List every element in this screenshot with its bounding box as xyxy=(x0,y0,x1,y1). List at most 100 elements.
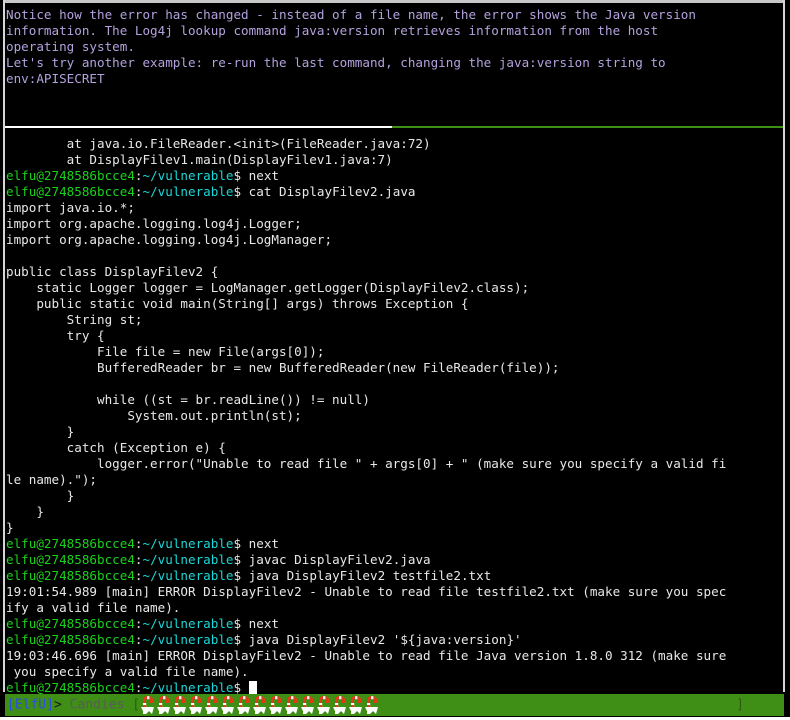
status-arrow-icon: > xyxy=(53,697,62,713)
terminal-output-line: 19:01:54.989 [main] ERROR DisplayFilev2 … xyxy=(6,584,781,600)
terminal-output-line: public class DisplayFilev2 { xyxy=(6,264,781,280)
terminal-output-line: catch (Exception e) { xyxy=(6,440,781,456)
prompt-sigil: $ xyxy=(233,168,249,183)
terminal-command-line: elfu@2748586bcce4:~/vulnerable$ java Dis… xyxy=(6,568,781,584)
prompt-path: ~/vulnerable xyxy=(142,632,234,647)
terminal-output-text: while ((st = br.readLine()) != null) xyxy=(6,392,370,407)
prompt-colon: : xyxy=(134,632,143,647)
terminal-command-text: cat DisplayFilev2.java xyxy=(248,184,416,199)
prompt-path: ~/vulnerable xyxy=(142,168,234,183)
prompt-path: ~/vulnerable xyxy=(142,184,234,199)
terminal-output-line xyxy=(6,376,781,392)
terminal-output-text: BufferedReader br = new BufferedReader(n… xyxy=(6,360,560,375)
candy-cane-icon xyxy=(365,696,379,714)
terminal-output-line: BufferedReader br = new BufferedReader(n… xyxy=(6,360,781,376)
status-open-bracket: [ xyxy=(132,697,141,713)
prompt-sigil: $ xyxy=(233,552,249,567)
prompt-user-host: elfu@2748586bcce4 xyxy=(6,680,135,695)
terminal-output-line: at java.io.FileReader.<init>(FileReader.… xyxy=(6,136,781,152)
candy-cane-icon xyxy=(173,696,187,714)
terminal-output-text: try { xyxy=(6,328,105,343)
window-frame-right xyxy=(783,0,785,692)
candy-cane-icon xyxy=(349,696,363,714)
status-bar: [ElfU]> Candies [] xyxy=(5,694,784,716)
terminal-output-text: ify a valid file name). xyxy=(6,600,181,615)
candy-cane-icon xyxy=(317,696,331,714)
terminal-output-line: import java.io.*; xyxy=(6,200,781,216)
prompt-path: ~/vulnerable xyxy=(142,680,234,695)
terminal-output-line: System.out.println(st); xyxy=(6,408,781,424)
prompt-user-host: elfu@2748586bcce4 xyxy=(6,616,135,631)
candy-cane-icon xyxy=(301,696,315,714)
prompt-colon: : xyxy=(134,168,143,183)
terminal-output-text: } xyxy=(6,424,75,439)
terminal-output-text: String st; xyxy=(6,312,143,327)
terminal-output-text: 19:01:54.989 [main] ERROR DisplayFilev2 … xyxy=(6,584,727,599)
terminal-output-line: 19:03:46.696 [main] ERROR DisplayFilev2 … xyxy=(6,648,781,664)
prompt-sigil: $ xyxy=(233,632,249,647)
prompt-sigil: $ xyxy=(233,184,249,199)
candy-cane-meter xyxy=(140,695,380,715)
narrative-line: env:APISECRET xyxy=(6,71,105,86)
candy-cane-icon xyxy=(221,696,235,714)
terminal-command-line: elfu@2748586bcce4:~/vulnerable$ java Dis… xyxy=(6,632,781,648)
terminal-command-text: javac DisplayFilev2.java xyxy=(248,552,431,567)
candy-cane-icon xyxy=(205,696,219,714)
prompt-colon: : xyxy=(134,184,143,199)
prompt-sigil: $ xyxy=(233,616,249,631)
terminal-output-text: public class DisplayFilev2 { xyxy=(6,264,219,279)
terminal-scrollback[interactable]: at java.io.FileReader.<init>(FileReader.… xyxy=(6,136,781,696)
terminal-output-line: logger.error("Unable to read file " + ar… xyxy=(6,456,781,472)
narrative-line: information. The Log4j lookup command ja… xyxy=(6,23,659,38)
candy-cane-icon xyxy=(141,696,155,714)
terminal-command-line: elfu@2748586bcce4:~/vulnerable$ next xyxy=(6,536,781,552)
narrative-line: Let's try another example: re-run the la… xyxy=(6,55,666,70)
terminal-command-line: elfu@2748586bcce4:~/vulnerable$ javac Di… xyxy=(6,552,781,568)
terminal-output-line: you specify a valid file name). xyxy=(6,664,781,680)
terminal-command-text: java DisplayFilev2 '${java:version}' xyxy=(248,632,522,647)
status-candies-label-text: Candies xyxy=(69,697,125,713)
terminal-window: Notice how the error has changed - inste… xyxy=(0,0,790,720)
terminal-output-text: at java.io.FileReader.<init>(FileReader.… xyxy=(6,136,431,151)
status-candies-label xyxy=(62,698,70,713)
terminal-output-text: le name)."); xyxy=(6,472,97,487)
status-bar-content: [ElfU]> Candies [] xyxy=(7,695,744,715)
prompt-user-host: elfu@2748586bcce4 xyxy=(6,184,135,199)
candy-cane-icon xyxy=(253,696,267,714)
prompt-colon: : xyxy=(134,680,143,695)
prompt-colon: : xyxy=(134,616,143,631)
terminal-output-text: import org.apache.logging.log4j.Logger; xyxy=(6,216,302,231)
prompt-user-host: elfu@2748586bcce4 xyxy=(6,536,135,551)
terminal-output-text: File file = new File(args[0]); xyxy=(6,344,325,359)
terminal-command-line: elfu@2748586bcce4:~/vulnerable$ cat Disp… xyxy=(6,184,781,200)
pane-divider-left xyxy=(5,126,392,128)
terminal-command-text: next xyxy=(248,536,280,551)
terminal-command-line: elfu@2748586bcce4:~/vulnerable$ next xyxy=(6,168,781,184)
candy-cane-icon xyxy=(285,696,299,714)
terminal-output-line: } xyxy=(6,504,781,520)
candy-cane-icon xyxy=(237,696,251,714)
prompt-colon: : xyxy=(134,552,143,567)
prompt-path: ~/vulnerable xyxy=(142,552,234,567)
terminal-output-line: le name)."); xyxy=(6,472,781,488)
status-tag: [ElfU] xyxy=(7,697,54,713)
terminal-output-line: } xyxy=(6,488,781,504)
terminal-command-text: next xyxy=(248,616,280,631)
pane-divider-right xyxy=(392,126,783,128)
prompt-path: ~/vulnerable xyxy=(142,616,234,631)
prompt-path: ~/vulnerable xyxy=(142,568,234,583)
terminal-command-text: next xyxy=(248,168,280,183)
terminal-output-line xyxy=(6,248,781,264)
prompt-user-host: elfu@2748586bcce4 xyxy=(6,632,135,647)
prompt-user-host: elfu@2748586bcce4 xyxy=(6,552,135,567)
candy-cane-icon xyxy=(157,696,171,714)
terminal-output-line: try { xyxy=(6,328,781,344)
window-frame-left xyxy=(3,0,5,692)
narrative-line: operating system. xyxy=(6,39,135,54)
candy-cane-icon xyxy=(269,696,283,714)
terminal-output-line: at DisplayFilev1.main(DisplayFilev1.java… xyxy=(6,152,781,168)
prompt-colon: : xyxy=(134,568,143,583)
text-cursor[interactable] xyxy=(248,681,257,694)
terminal-output-text: logger.error("Unable to read file " + ar… xyxy=(6,456,727,471)
candy-cane-icon xyxy=(189,696,203,714)
